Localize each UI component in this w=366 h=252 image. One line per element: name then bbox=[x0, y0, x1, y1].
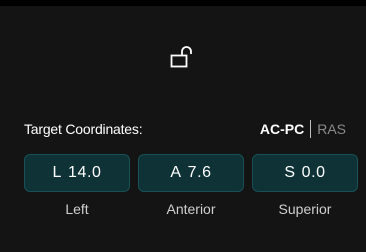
anterior-caption: Anterior bbox=[166, 201, 216, 217]
target-panel: Target Coordinates: AC-PC RAS L 14.0 Lef… bbox=[0, 0, 366, 252]
coordinate-system-toggle: AC-PC RAS bbox=[254, 120, 352, 138]
lock-toggle-button[interactable] bbox=[166, 42, 198, 72]
left-value: 14.0 bbox=[67, 164, 102, 181]
coord-left: L 14.0 Left bbox=[24, 154, 130, 217]
left-coordinate-field[interactable]: L 14.0 bbox=[24, 154, 130, 192]
coord-superior: S 0.0 Superior bbox=[252, 154, 358, 217]
superior-prefix: S bbox=[284, 164, 296, 181]
top-strip bbox=[0, 0, 366, 6]
superior-value: 0.0 bbox=[301, 164, 326, 181]
anterior-value: 7.6 bbox=[187, 164, 212, 181]
coord-anterior: A 7.6 Anterior bbox=[138, 154, 244, 217]
anterior-prefix: A bbox=[170, 164, 182, 181]
coord-system-ras[interactable]: RAS bbox=[311, 121, 352, 137]
left-caption: Left bbox=[65, 201, 89, 217]
anterior-coordinate-field[interactable]: A 7.6 bbox=[138, 154, 244, 192]
left-prefix: L bbox=[52, 164, 62, 181]
unlocked-padlock-icon bbox=[170, 46, 192, 68]
coordinate-fields: L 14.0 Left A 7.6 Anterior S 0.0 Superio… bbox=[24, 154, 358, 217]
coord-system-acpc[interactable]: AC-PC bbox=[254, 121, 310, 137]
target-header: Target Coordinates: AC-PC RAS bbox=[24, 118, 352, 140]
superior-coordinate-field[interactable]: S 0.0 bbox=[252, 154, 358, 192]
target-coordinates-label: Target Coordinates: bbox=[24, 121, 143, 137]
superior-caption: Superior bbox=[278, 201, 332, 217]
